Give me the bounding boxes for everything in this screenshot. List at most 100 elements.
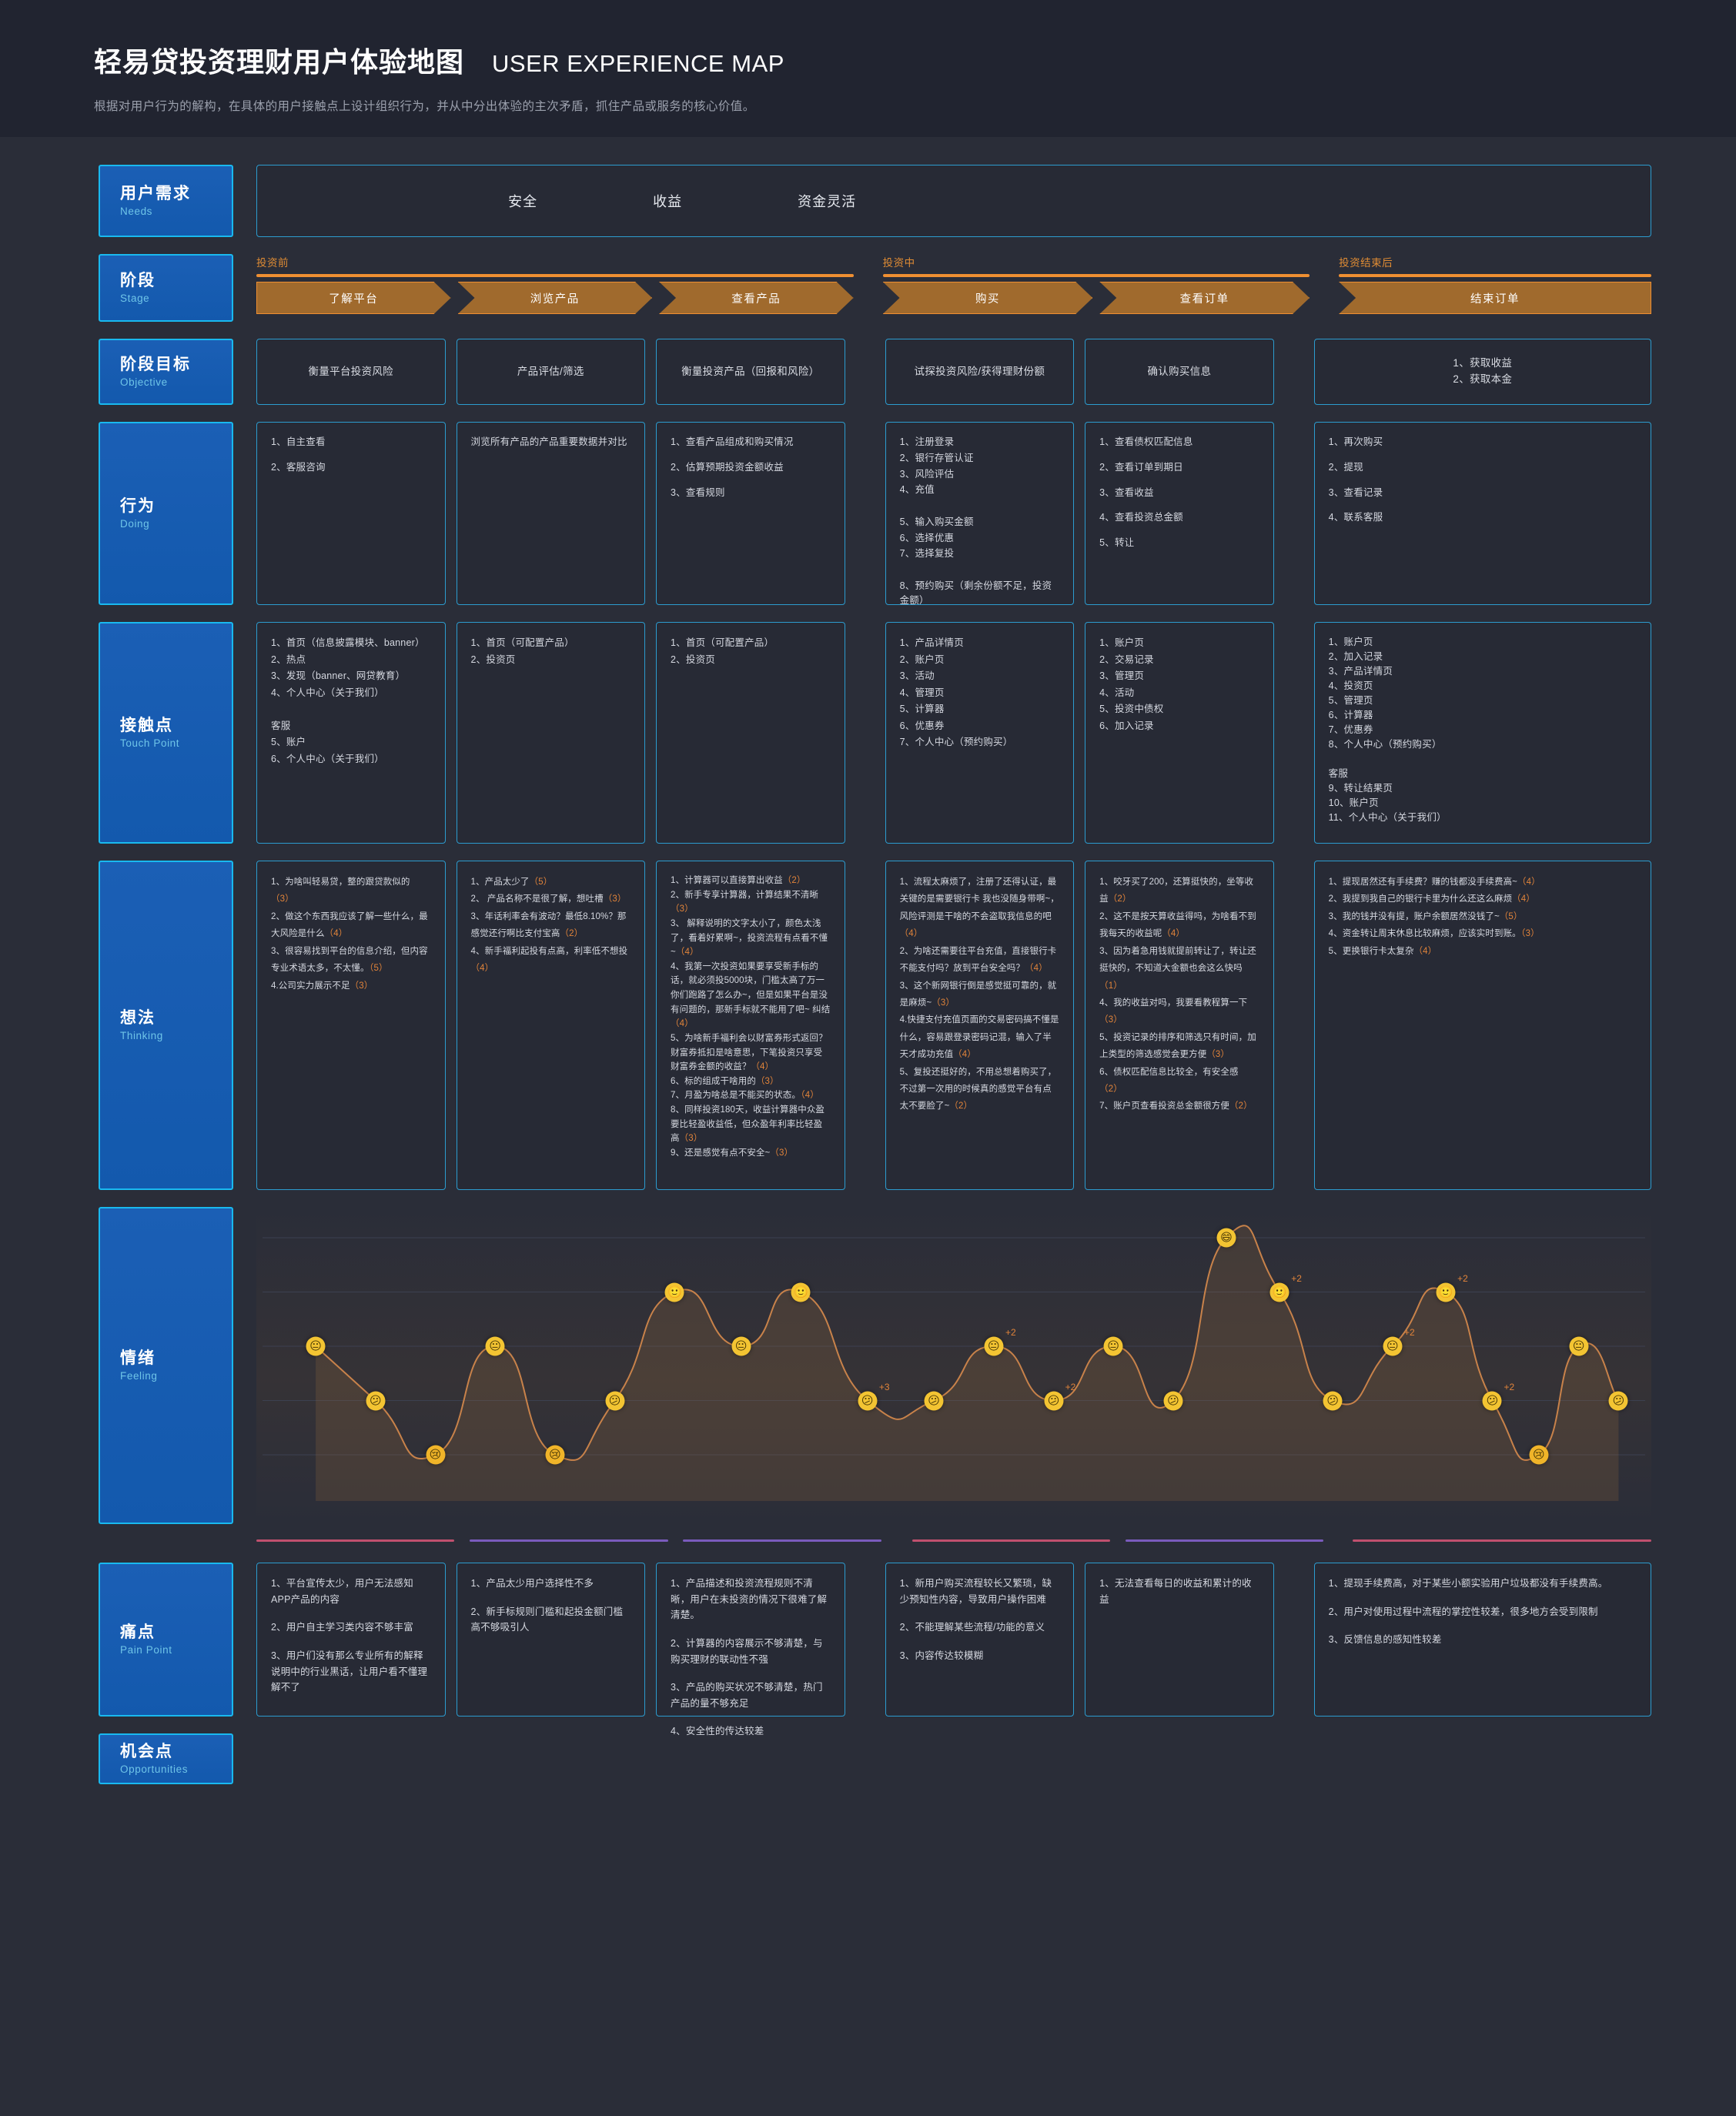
- painpoint-item: 3、用户们没有那么专业所有的解释说明中的行业黑话，让用户看不懂理解不了: [271, 1648, 431, 1696]
- sentiment-score: （4）: [1025, 964, 1048, 973]
- ux-map-board: 用户需求 Needs 安全 收益 资金灵活 阶段 Stage 投资前 了解平台: [0, 165, 1736, 1784]
- touchpoint-cell: 1、首页（信息披露模块、banner）2、热点3、发现（banner、网贷教育）…: [256, 622, 446, 844]
- list-spacer: [900, 499, 1060, 513]
- row-label-needs-cn: 用户需求: [120, 185, 232, 203]
- thinking-cell: 1、计算器可以直接算出收益（2）2、新手专享计算器，计算结果不清晰（3）3、 解…: [656, 861, 845, 1190]
- thinking-item: 3、很容易找到平台的信息介绍，但内容专业术语太多，不太懂。（5）: [271, 943, 431, 978]
- stage-step[interactable]: 了解平台: [256, 282, 451, 314]
- list-item: 2、估算预期投资金额收益: [671, 460, 831, 475]
- row-label-feeling-en: Feeling: [120, 1370, 232, 1382]
- emotion-curve-chart: 😐😕😢😐😢😕🙂😐🙂😕+3😕😐+2😕+2😐😕😄🙂+2😕😐+2🙂+2😕+2😢😐😕: [256, 1207, 1651, 1524]
- painpoint-cell: 1、新用户购买流程较长又繁琐，缺少预知性内容，导致用户操作困难2、不能理解某些流…: [885, 1563, 1075, 1717]
- painpoint-item: 1、产品太少用户选择性不多: [471, 1576, 631, 1592]
- emotion-marker: 😐: [1104, 1337, 1123, 1356]
- doing-cell: 浏览所有产品的产品重要数据并对比: [457, 422, 646, 605]
- row-label-doing-cn: 行为: [120, 497, 232, 516]
- list-spacer: [271, 701, 431, 718]
- painpoint-item: 3、产品的购买状况不够清楚，热门产品的量不够充足: [671, 1680, 831, 1711]
- stage-group-during: 投资中 购买 查看订单: [883, 254, 1310, 322]
- thinking-item: 2、做这个东西我应该了解一些什么，最大风险是什么（4）: [271, 908, 431, 943]
- thinking-cell: 1、产品太少了（5）2、 产品名称不是很了解，想吐槽（3）3、年话利率会有波动？…: [457, 861, 646, 1190]
- thinking-item: 1、流程太麻烦了，注册了还得认证，最关键的是需要银行卡 我也没随身带啊~，风险评…: [900, 874, 1060, 943]
- sentiment-score: （2）: [1109, 894, 1132, 904]
- sentiment-score: （4）: [751, 1062, 774, 1071]
- touchpoint-cell: 1、账户页2、交易记录3、管理页4、活动5、投资中债权6、加入记录: [1085, 622, 1274, 844]
- row-label-touchpoint-en: Touch Point: [120, 737, 232, 749]
- list-item: 6、计算器: [1329, 708, 1637, 723]
- list-item: 1、首页（信息披露模块、banner）: [271, 635, 431, 652]
- emotion-marker: 😢: [426, 1446, 445, 1465]
- list-item: 1、查看债权匹配信息: [1099, 435, 1259, 450]
- sentiment-score: （2）: [783, 876, 806, 885]
- row-label-opportunities-en: Opportunities: [120, 1763, 232, 1775]
- row-label-feeling: 情绪 Feeling: [99, 1207, 233, 1524]
- painpoint-cell: 1、提现手续费高，对于某些小额实验用户垃圾都没有手续费高。2、用户对使用过程中流…: [1314, 1563, 1651, 1717]
- list-item: 4、活动: [1099, 685, 1259, 702]
- emotion-marker: 🙂: [1270, 1282, 1289, 1302]
- painpoint-cell: 1、产品太少用户选择性不多2、新手标规则门槛和起投金额门槛高不够吸引人: [457, 1563, 646, 1717]
- sentiment-score: （4）: [671, 1019, 694, 1028]
- sentiment-score: （4）: [676, 948, 699, 957]
- stage-step[interactable]: 查看产品: [659, 282, 854, 314]
- thinking-item: 3、 解释说明的文字太小了，颜色太浅了，看着好累啊~，投资流程有点看不懂~（4）: [671, 917, 831, 960]
- stage-chevrons: 了解平台 浏览产品 查看产品: [256, 282, 854, 314]
- touchpoint-cell: 1、产品详情页2、账户页3、活动4、管理页5、计算器6、优惠券7、个人中心（预约…: [885, 622, 1075, 844]
- sentiment-score: （2）: [1099, 1085, 1122, 1094]
- thinking-item: 2、我提到我自己的银行卡里为什么还这么麻烦（4）: [1329, 891, 1637, 908]
- list-item: 2、加入记录: [1329, 650, 1637, 664]
- touchpoint-cell: 1、首页（可配置产品）2、投资页: [457, 622, 646, 844]
- list-item: 3、查看收益: [1099, 486, 1259, 500]
- painpoint-columns: 1、平台宣传太少，用户无法感知APP产品的内容2、用户自主学习类内容不够丰富3、…: [256, 1563, 1651, 1717]
- touchpoint-columns: 1、首页（信息披露模块、banner）2、热点3、发现（banner、网贷教育）…: [256, 622, 1651, 844]
- list-item: 4、查看投资总金额: [1099, 510, 1259, 525]
- sentiment-score: （3）: [770, 1148, 793, 1158]
- thinking-item: 2、 产品名称不是很了解，想吐槽（3）: [471, 891, 631, 908]
- painpoint-item: 2、用户自主学习类内容不够丰富: [271, 1620, 431, 1636]
- sentiment-score: （4）: [325, 929, 348, 938]
- emotion-marker: 😐: [731, 1337, 751, 1356]
- sentiment-score: （3）: [604, 894, 627, 904]
- row-label-objective: 阶段目标 Objective: [99, 339, 233, 405]
- stage-step[interactable]: 浏览产品: [458, 282, 653, 314]
- doing-cell: 1、再次购买2、提现3、查看记录4、联系客服: [1314, 422, 1651, 605]
- emotion-delta-label: +2: [1065, 1382, 1076, 1392]
- row-label-stage-en: Stage: [120, 292, 232, 304]
- painpoint-cell: 1、平台宣传太少，用户无法感知APP产品的内容2、用户自主学习类内容不够丰富3、…: [256, 1563, 446, 1717]
- thinking-cell: 1、咬牙买了200，还算挺快的，坐等收益（2）2、这不是按天算收益得吗，为啥看不…: [1085, 861, 1274, 1190]
- thinking-item: 5、为啥新手福利会以财富券形式返回？财富券抵扣是啥意思，下笔投资只享受财富券金额…: [671, 1031, 831, 1075]
- sentiment-score: （3）: [680, 1134, 703, 1143]
- sentiment-score: （3）: [932, 998, 955, 1008]
- painpoint-item: 3、内容传达较模糊: [900, 1648, 1060, 1664]
- stage-step[interactable]: 结束订单: [1339, 282, 1651, 314]
- thinking-columns: 1、为啥叫轻易贷，整的跟贷款似的（3）2、做这个东西我应该了解一些什么，最大风险…: [256, 861, 1651, 1190]
- emotion-marker: 😐: [486, 1337, 505, 1356]
- stage-step[interactable]: 查看订单: [1099, 282, 1310, 314]
- list-item: 1、首页（可配置产品）: [471, 635, 631, 652]
- segment-bars-wrap: [256, 1539, 1651, 1543]
- objective-cell: 确认购买信息: [1085, 339, 1274, 405]
- list-item: 5、转让: [1099, 536, 1259, 550]
- row-label-painpoint-en: Pain Point: [120, 1644, 232, 1656]
- emotion-delta-label: +2: [1291, 1273, 1302, 1284]
- stage-chevrons: 结束订单: [1339, 282, 1651, 314]
- sentiment-score: （4）: [1512, 894, 1535, 904]
- thinking-item: 5、更换银行卡太复杂（4）: [1329, 943, 1637, 960]
- row-label-doing: 行为 Doing: [99, 422, 233, 605]
- objective-text: 确认购买信息: [1147, 364, 1211, 380]
- sentiment-score: （3）: [271, 894, 294, 904]
- list-item: 客服: [1329, 767, 1637, 781]
- emotion-marker: 😢: [1529, 1446, 1548, 1465]
- sentiment-score: （3）: [1206, 1050, 1229, 1059]
- sentiment-score: （4）: [900, 929, 923, 938]
- thinking-cell: 1、提现居然还有手续费？赚的钱都没手续费高~（4）2、我提到我自己的银行卡里为什…: [1314, 861, 1651, 1190]
- list-item: 1、首页（可配置产品）: [671, 635, 831, 652]
- objective-text: 衡量平台投资风险: [309, 364, 393, 380]
- list-item: 5、账户: [271, 734, 431, 751]
- list-item: 7、优惠券: [1329, 723, 1637, 737]
- sentiment-score: （3）: [1521, 929, 1540, 938]
- objective-cell: 试探投资风险/获得理财份额: [885, 339, 1075, 405]
- stage-step[interactable]: 购买: [883, 282, 1093, 314]
- list-spacer: [1329, 752, 1637, 767]
- thinking-item: 3、我的钱并没有提，账户余额居然没钱了~（5）: [1329, 908, 1637, 925]
- row-body-doing: 1、自主查看2、客服咨询 浏览所有产品的产品重要数据并对比 1、查看产品组成和购…: [256, 422, 1651, 605]
